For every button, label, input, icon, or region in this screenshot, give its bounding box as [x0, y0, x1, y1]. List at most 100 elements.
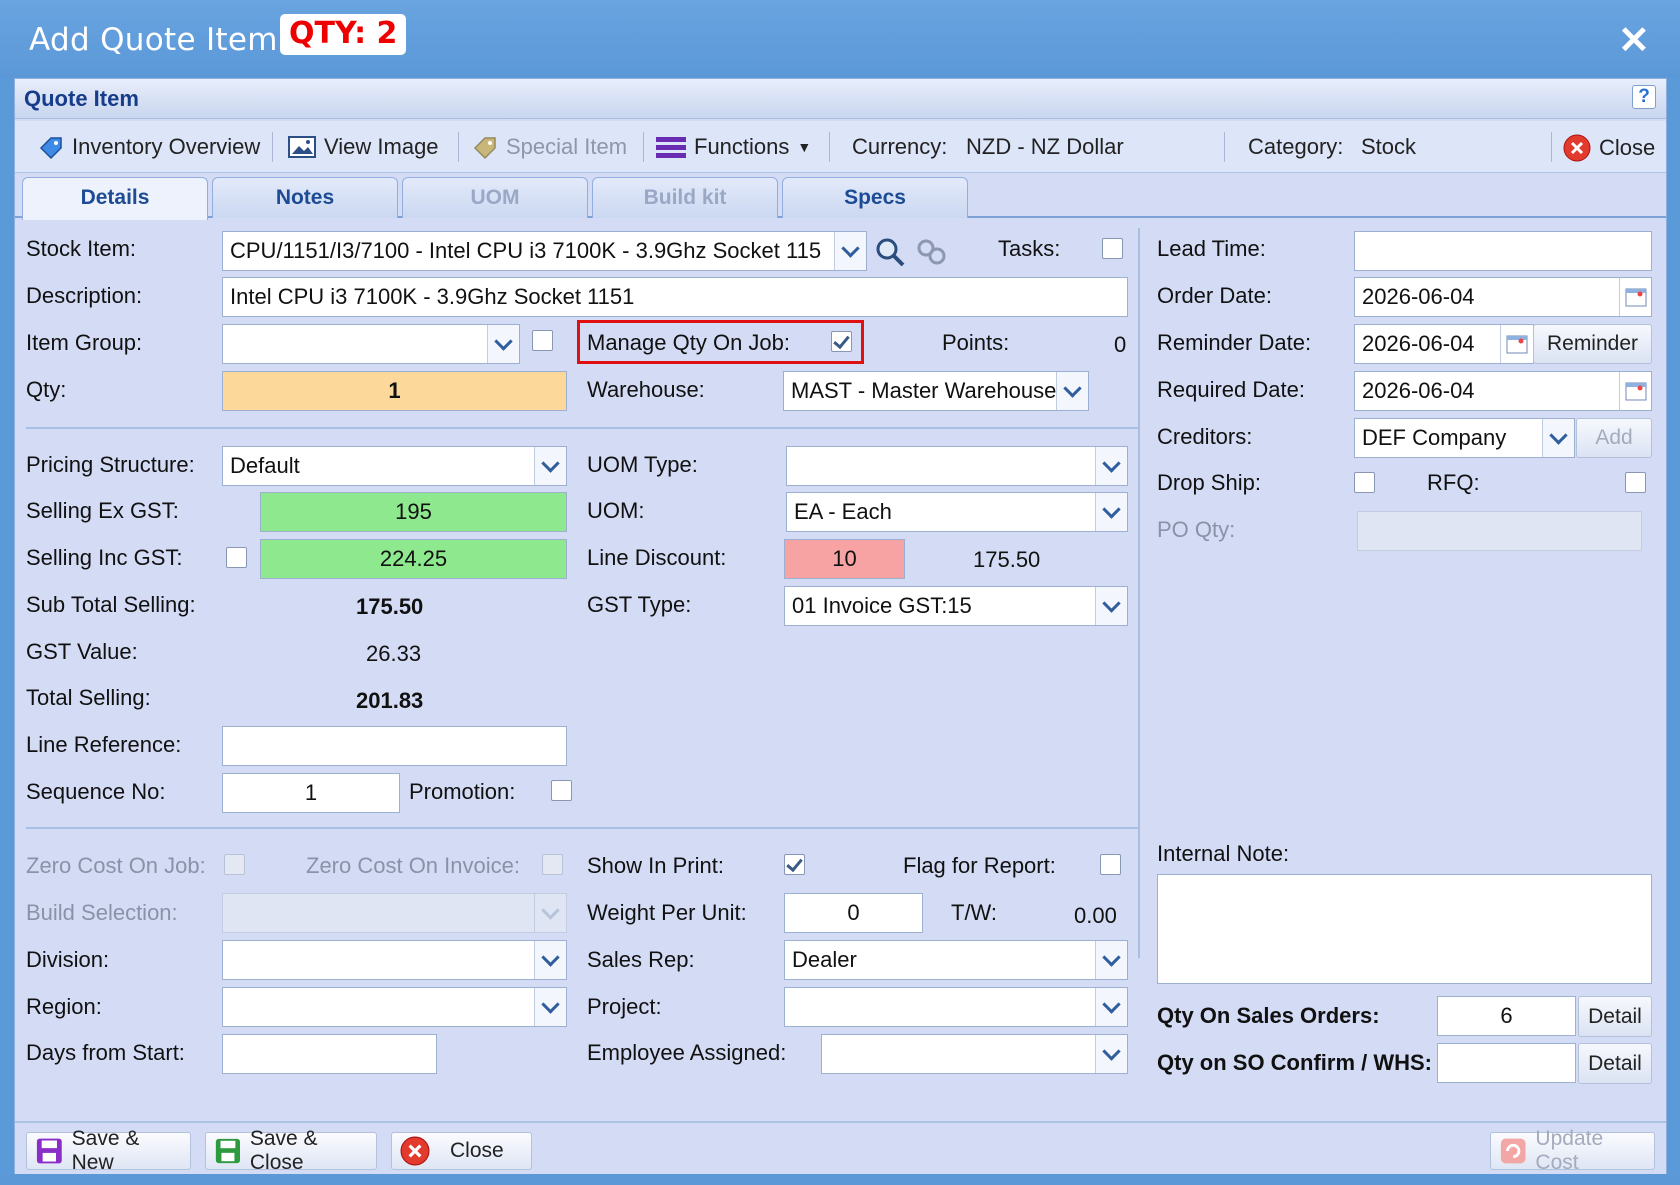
- description-input[interactable]: Intel CPU i3 7100K - 3.9Ghz Socket 1151: [222, 277, 1128, 317]
- chevron-down-icon[interactable]: [1095, 941, 1127, 979]
- help-icon[interactable]: ?: [1632, 85, 1656, 109]
- chevron-down-icon[interactable]: [1095, 988, 1127, 1026]
- line-discount-input[interactable]: 10: [784, 539, 905, 579]
- chevron-down-icon[interactable]: [1095, 1035, 1127, 1073]
- weight-per-unit-input[interactable]: 0: [784, 893, 923, 933]
- special-tag-icon: [473, 137, 496, 160]
- calendar-icon[interactable]: [1500, 325, 1533, 363]
- chevron-down-icon[interactable]: [1095, 493, 1127, 531]
- functions-menu-button[interactable]: Functions ▼: [656, 134, 811, 160]
- po-qty-input[interactable]: [1357, 511, 1642, 551]
- required-date-input[interactable]: 2026-06-04: [1354, 371, 1652, 411]
- tasks-checkbox[interactable]: [1102, 238, 1123, 259]
- inventory-overview-button[interactable]: Inventory Overview: [38, 134, 260, 160]
- footer-divider: [15, 1121, 1666, 1123]
- special-item-button[interactable]: Special Item: [472, 134, 627, 160]
- functions-icon: [656, 137, 686, 158]
- show-in-print-checkbox[interactable]: [784, 854, 805, 875]
- gst-type-select[interactable]: 01 Invoice GST:15: [784, 586, 1128, 626]
- order-date-input[interactable]: 2026-06-04: [1354, 277, 1652, 317]
- item-group-select[interactable]: [222, 324, 520, 364]
- sequence-no-input[interactable]: 1: [222, 773, 400, 813]
- category-label: Category:: [1248, 134, 1344, 159]
- footer-close-button[interactable]: Close: [391, 1132, 532, 1170]
- save-icon: [215, 1138, 241, 1164]
- save-close-button[interactable]: Save & Close: [205, 1127, 377, 1174]
- calendar-icon[interactable]: [1619, 372, 1651, 410]
- save-new-button[interactable]: Save & New: [26, 1127, 191, 1174]
- tw-label: T/W:: [951, 900, 998, 925]
- tab-specs[interactable]: Specs: [782, 177, 968, 218]
- functions-label: Functions: [694, 134, 790, 159]
- build-selection-select[interactable]: [222, 893, 567, 933]
- lead-time-input[interactable]: [1354, 231, 1652, 271]
- qty-on-sales-orders-input[interactable]: 6: [1437, 996, 1576, 1036]
- chevron-down-icon[interactable]: [1056, 372, 1088, 410]
- qty-sales-orders-detail-button[interactable]: Detail: [1578, 996, 1652, 1037]
- region-select[interactable]: [222, 987, 567, 1027]
- chevron-down-icon[interactable]: [487, 325, 519, 363]
- qty-badge: QTY: 2: [280, 14, 407, 55]
- toolbar-close-button[interactable]: Close: [1563, 134, 1655, 162]
- uom-value: EA - Each: [794, 499, 892, 524]
- employee-assigned-select[interactable]: [821, 1034, 1128, 1074]
- project-select[interactable]: [784, 987, 1128, 1027]
- pricing-structure-select[interactable]: Default: [222, 446, 567, 486]
- days-from-start-label: Days from Start:: [26, 1040, 185, 1065]
- sales-rep-select[interactable]: Dealer: [784, 940, 1128, 980]
- division-select[interactable]: [222, 940, 567, 980]
- reminder-button[interactable]: Reminder: [1533, 324, 1652, 364]
- qty-so-confirm-detail-button[interactable]: Detail: [1578, 1043, 1652, 1084]
- window-close-icon[interactable]: ✕: [1618, 18, 1650, 63]
- chevron-down-icon[interactable]: [1542, 419, 1574, 457]
- tab-uom[interactable]: UOM: [402, 177, 588, 218]
- chevron-down-icon[interactable]: [834, 232, 866, 270]
- tab-notes[interactable]: Notes: [212, 177, 398, 218]
- add-creditor-button[interactable]: Add: [1576, 418, 1652, 458]
- selling-inc-gst-input[interactable]: 224.25: [260, 539, 567, 579]
- internal-note-textarea[interactable]: [1157, 874, 1652, 984]
- view-image-button[interactable]: View Image: [288, 134, 439, 160]
- warehouse-label: Warehouse:: [587, 377, 705, 402]
- selling-ex-gst-label: Selling Ex GST:: [26, 498, 179, 523]
- qty-on-so-confirm-input[interactable]: [1437, 1043, 1576, 1083]
- build-selection-label: Build Selection:: [26, 900, 178, 925]
- search-icon[interactable]: [870, 233, 910, 271]
- rfq-checkbox[interactable]: [1625, 472, 1646, 493]
- days-from-start-input[interactable]: [222, 1034, 437, 1074]
- uom-type-select[interactable]: [786, 446, 1128, 486]
- selling-inc-gst-label: Selling Inc GST:: [26, 545, 183, 570]
- manage-qty-checkbox[interactable]: [831, 331, 852, 352]
- drop-ship-checkbox[interactable]: [1354, 472, 1375, 493]
- selling-ex-gst-input[interactable]: 195: [260, 492, 567, 532]
- pricing-structure-value: Default: [230, 453, 300, 478]
- chevron-down-icon[interactable]: [1095, 587, 1127, 625]
- stock-item-select[interactable]: CPU/1151/I3/7100 - Intel CPU i3 7100K - …: [222, 231, 867, 271]
- weight-per-unit-label: Weight Per Unit:: [587, 900, 747, 925]
- calendar-icon[interactable]: [1619, 278, 1651, 316]
- chevron-down-icon[interactable]: [534, 894, 566, 932]
- zero-cost-job-checkbox[interactable]: [224, 854, 245, 875]
- link-icon[interactable]: [912, 233, 952, 271]
- line-reference-input[interactable]: [222, 726, 567, 766]
- promotion-checkbox[interactable]: [551, 780, 572, 801]
- employee-assigned-label: Employee Assigned:: [587, 1040, 787, 1065]
- update-cost-button[interactable]: Update Cost: [1490, 1127, 1655, 1174]
- reminder-date-label: Reminder Date:: [1157, 330, 1312, 355]
- chevron-down-icon[interactable]: [534, 988, 566, 1026]
- chevron-down-icon[interactable]: [534, 447, 566, 485]
- tab-details[interactable]: Details: [22, 177, 208, 220]
- qty-input[interactable]: 1: [222, 371, 567, 411]
- chevron-down-icon[interactable]: [1095, 447, 1127, 485]
- chevron-down-icon[interactable]: [534, 941, 566, 979]
- order-date-value: 2026-06-04: [1362, 284, 1475, 309]
- uom-select[interactable]: EA - Each: [786, 492, 1128, 532]
- warehouse-select[interactable]: MAST - Master Warehouse: [783, 371, 1089, 411]
- creditors-select[interactable]: DEF Company: [1354, 418, 1575, 458]
- item-group-checkbox[interactable]: [532, 330, 553, 351]
- selling-inc-gst-checkbox[interactable]: [226, 547, 247, 568]
- zero-cost-invoice-checkbox[interactable]: [542, 854, 563, 875]
- order-date-label: Order Date:: [1157, 283, 1272, 308]
- tab-build-kit[interactable]: Build kit: [592, 177, 778, 218]
- flag-for-report-checkbox[interactable]: [1100, 854, 1121, 875]
